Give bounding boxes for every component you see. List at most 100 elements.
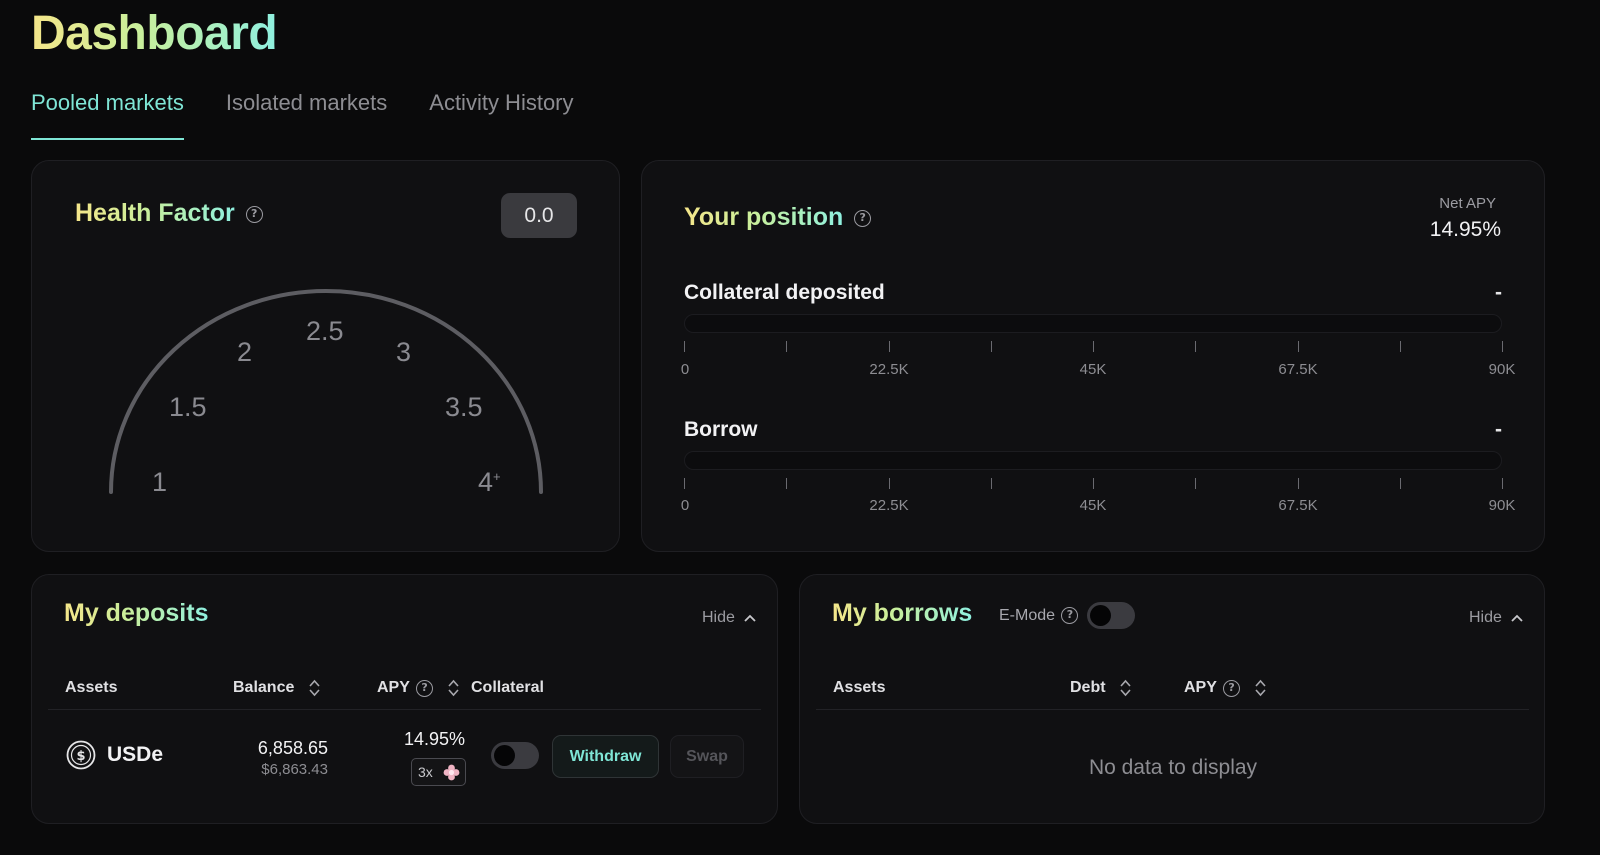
axis-tick: [889, 478, 890, 489]
swap-button[interactable]: Swap: [670, 735, 744, 778]
axis-tick: [1298, 478, 1299, 489]
my-deposits-card: My deposits Hide Assets Balance APY ? Co…: [31, 574, 778, 824]
axis-tick: [1093, 478, 1094, 489]
gauge-label-1-5: 1.5: [169, 392, 207, 422]
axis-tick: [1400, 341, 1401, 352]
axis-tick: [1195, 478, 1196, 489]
health-factor-card: Health Factor ? 0.0 1 1.5 2 2.5 3 3.5 4+: [31, 160, 620, 552]
collateral-bar: [684, 314, 1502, 333]
axis-tick: [889, 341, 890, 352]
gauge-label-2-5: 2.5: [306, 316, 344, 346]
col-assets: Assets: [65, 679, 118, 696]
axis-label: 0: [680, 497, 690, 514]
your-position-title: Your position ?: [684, 203, 872, 232]
page-title: Dashboard: [31, 7, 278, 60]
axis-tick: [786, 478, 787, 489]
col-balance[interactable]: Balance: [233, 679, 320, 697]
col-debt[interactable]: Debt: [1070, 679, 1131, 697]
emode-toggle[interactable]: [1087, 602, 1135, 629]
my-borrows-title: My borrows: [832, 599, 973, 627]
svg-text:$: $: [76, 749, 85, 764]
help-icon[interactable]: ?: [416, 679, 434, 697]
axis-label: 67.5K: [1278, 361, 1318, 378]
sort-icon[interactable]: [1254, 679, 1266, 697]
axis-tick: [1298, 341, 1299, 352]
help-icon[interactable]: ?: [1061, 607, 1079, 625]
emode-label-text: E-Mode: [999, 607, 1056, 624]
toggle-knob: [1090, 605, 1111, 626]
col-apy-label: APY: [1184, 679, 1217, 697]
gauge-label-4-value: 4: [478, 467, 494, 497]
emode-label: E-Mode ?: [999, 607, 1079, 625]
borrows-hide-button[interactable]: Hide: [1469, 609, 1523, 627]
axis-tick: [1400, 478, 1401, 489]
axis-tick: [991, 341, 992, 352]
help-icon[interactable]: ?: [854, 209, 872, 227]
sort-icon[interactable]: [309, 679, 320, 697]
empty-state: No data to display: [1088, 756, 1258, 779]
health-gauge: [109, 289, 543, 494]
col-balance-label: Balance: [233, 679, 295, 697]
your-position-title-text: Your position: [684, 203, 844, 231]
gauge-label-3-5: 3.5: [445, 392, 483, 422]
flower-icon: [443, 764, 460, 781]
col-apy[interactable]: APY ?: [1184, 679, 1266, 697]
table-row: $ USDe 6,858.65 $6,863.43 14.95% 3x With…: [32, 710, 779, 820]
deposits-hide-button[interactable]: Hide: [702, 609, 756, 627]
axis-tick: [684, 478, 685, 489]
market-tabs: Pooled markets Isolated markets Activity…: [31, 88, 616, 140]
borrow-label: Borrow: [684, 418, 758, 441]
axis-label: 90K: [1488, 497, 1516, 514]
dollar-coin-icon: $: [66, 740, 96, 770]
gauge-label-4: 4+: [478, 467, 501, 498]
gauge-label-3: 3: [396, 337, 412, 367]
net-apy-label: Net APY: [1439, 195, 1496, 212]
gauge-label-2: 2: [237, 337, 253, 367]
balance-value: 6,858.65: [257, 738, 328, 758]
tab-activity-history[interactable]: Activity History: [429, 88, 573, 140]
axis-tick: [1195, 341, 1196, 352]
sort-icon[interactable]: [447, 679, 459, 697]
borrow-bar: [684, 451, 1502, 470]
asset-name: USDe: [107, 743, 164, 766]
multiplier-value: 3x: [418, 764, 433, 780]
multiplier-badge: 3x: [411, 758, 466, 786]
net-apy-value: 14.95%: [1429, 218, 1501, 241]
sort-icon[interactable]: [1120, 679, 1131, 697]
tab-isolated-markets[interactable]: Isolated markets: [226, 88, 387, 140]
axis-label: 90K: [1488, 361, 1516, 378]
axis-tick: [684, 341, 685, 352]
chevron-up-icon: [1511, 614, 1523, 622]
your-position-card: Your position ? Net APY 14.95% Collatera…: [641, 160, 1545, 552]
axis-label: 45K: [1079, 497, 1107, 514]
gauge-label-1: 1: [152, 467, 168, 497]
table-divider: [816, 709, 1529, 710]
axis-tick: [1502, 341, 1503, 352]
axis-tick: [991, 478, 992, 489]
col-assets: Assets: [833, 679, 886, 696]
col-apy-label: APY: [377, 679, 410, 697]
my-deposits-title: My deposits: [64, 599, 209, 627]
withdraw-button[interactable]: Withdraw: [552, 735, 659, 778]
axis-label: 22.5K: [869, 497, 909, 514]
chevron-up-icon: [744, 614, 756, 622]
col-apy[interactable]: APY ?: [377, 679, 459, 697]
col-collateral: Collateral: [471, 679, 544, 696]
tab-pooled-markets[interactable]: Pooled markets: [31, 88, 184, 140]
axis-tick: [1502, 478, 1503, 489]
axis-tick: [1093, 341, 1094, 352]
deposits-hide-label: Hide: [702, 609, 735, 626]
collateral-value: -: [1495, 281, 1502, 304]
toggle-knob: [494, 745, 515, 766]
collateral-label: Collateral deposited: [684, 281, 885, 304]
axis-label: 45K: [1079, 361, 1107, 378]
collateral-toggle[interactable]: [491, 742, 539, 769]
col-debt-label: Debt: [1070, 679, 1106, 697]
help-icon[interactable]: ?: [1223, 679, 1241, 697]
gauge-label-4-suffix: +: [493, 469, 501, 484]
borrow-value: -: [1495, 418, 1502, 441]
axis-tick: [786, 341, 787, 352]
axis-label: 0: [680, 361, 690, 378]
my-borrows-card: My borrows E-Mode ? Hide Assets Debt APY…: [799, 574, 1545, 824]
balance-usd: $6,863.43: [261, 761, 328, 778]
